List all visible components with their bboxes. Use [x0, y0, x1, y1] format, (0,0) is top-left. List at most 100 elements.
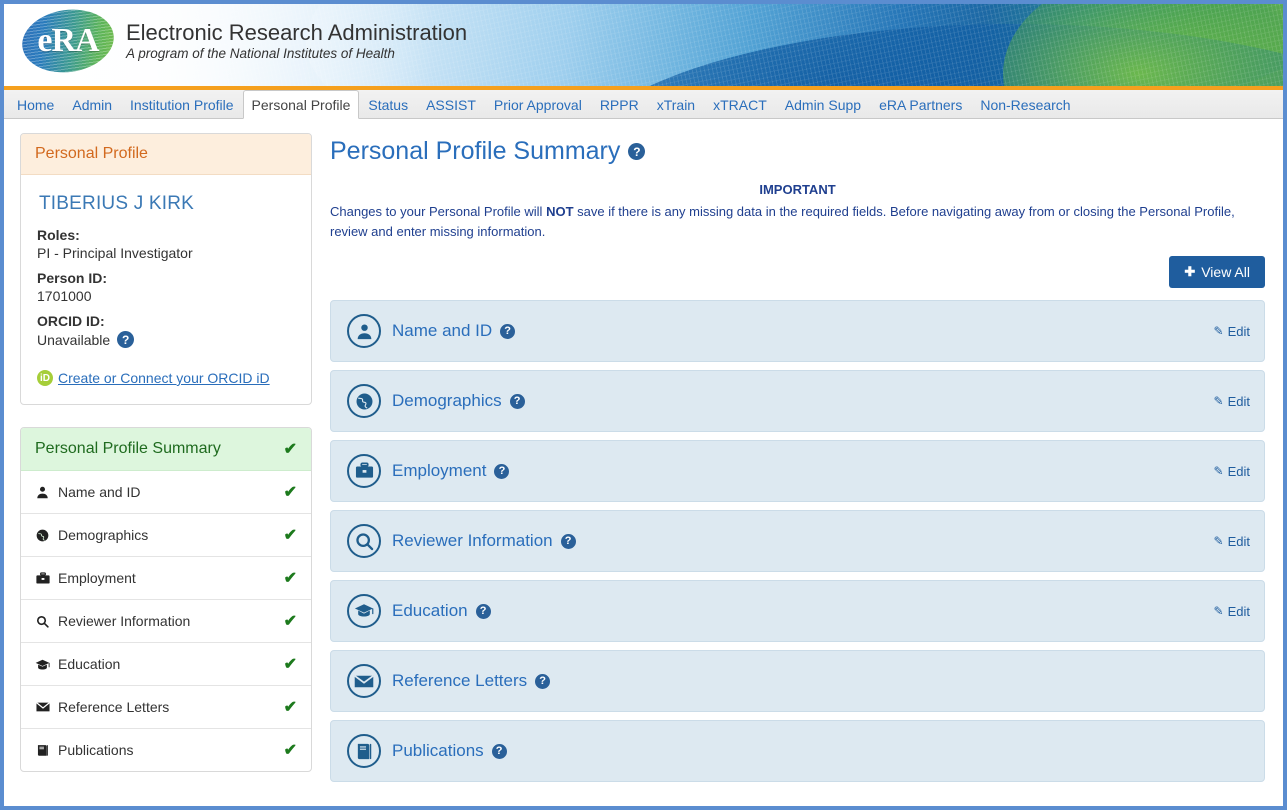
logo-text: eRA — [37, 22, 99, 59]
orcid-id-value: Unavailable — [37, 331, 111, 348]
sidebar-item-content: Publications — [35, 742, 134, 758]
pencil-icon: ✎ — [1213, 604, 1224, 619]
section-label: Employment — [392, 461, 487, 481]
tab-non-research[interactable]: Non-Research — [971, 90, 1079, 118]
edit-label: Edit — [1227, 463, 1250, 479]
tab-status[interactable]: Status — [359, 90, 417, 118]
section-row-name-and-id[interactable]: Name and ID? ✎ Edit — [330, 300, 1265, 363]
notice-part-1: Changes to your Personal Profile will — [330, 204, 547, 219]
view-all-row: ✚ View All — [330, 256, 1265, 289]
section-help-icon[interactable]: ? — [560, 533, 576, 549]
profile-summary-nav-header[interactable]: Personal Profile Summary ✔ — [21, 428, 311, 471]
section-help-icon[interactable]: ? — [475, 603, 491, 619]
section-row-content: Reviewer Information? — [347, 524, 576, 559]
section-label: Name and ID — [392, 321, 493, 341]
page-title-help-icon[interactable]: ? — [628, 143, 646, 160]
tab-xtract[interactable]: xTRACT — [704, 90, 776, 118]
person-id-label: Person ID: — [37, 270, 108, 286]
check-icon: ✔ — [283, 742, 297, 759]
sidebar-item-content: Demographics — [35, 527, 148, 543]
profile-summary-nav-list[interactable]: Name and ID ✔ Demographics ✔ Employment ✔ Revi… — [21, 471, 311, 771]
main-navigation-tabs[interactable]: Home Admin Institution Profile Personal Pro… — [4, 90, 1283, 119]
sidebar-item-content: Employment — [35, 570, 136, 586]
section-row-demographics[interactable]: Demographics? ✎ Edit — [330, 370, 1265, 433]
edit-label: Edit — [1227, 323, 1250, 339]
tab-admin-supp[interactable]: Admin Supp — [776, 90, 870, 118]
section-row-employment[interactable]: Employment? ✎ Edit — [330, 440, 1265, 503]
section-row-content: Demographics? — [347, 384, 525, 419]
sidebar-item-publications[interactable]: Publications ✔ — [21, 729, 311, 771]
tab-xtrain[interactable]: xTrain — [648, 90, 704, 118]
sidebar-item-content: Name and ID — [35, 484, 140, 500]
section-label-group: Publications? — [392, 741, 507, 761]
pencil-icon: ✎ — [1213, 464, 1224, 479]
sidebar-item-label: Education — [58, 656, 121, 672]
person-id-value: 1701000 — [37, 288, 92, 304]
sidebar-item-demographics[interactable]: Demographics ✔ — [21, 514, 311, 557]
orcid-connect-row[interactable]: iD Create or Connect your ORCID iD — [37, 370, 295, 386]
sidebar-item-content: Reviewer Information — [35, 613, 190, 629]
sidebar-item-reviewer-information[interactable]: Reviewer Information ✔ — [21, 600, 311, 643]
check-icon: ✔ — [283, 527, 297, 544]
section-label: Publications — [392, 741, 484, 761]
view-all-button[interactable]: ✚ View All — [1169, 256, 1265, 289]
plus-icon: ✚ — [1184, 264, 1196, 280]
sidebar-item-employment[interactable]: Employment ✔ — [21, 557, 311, 600]
pencil-icon: ✎ — [1213, 534, 1224, 549]
section-help-icon[interactable]: ? — [494, 463, 510, 479]
sidebar-item-label: Demographics — [58, 527, 149, 543]
edit-link[interactable]: ✎ Edit — [1214, 324, 1250, 339]
section-row-reviewer-information[interactable]: Reviewer Information? ✎ Edit — [330, 510, 1265, 573]
pencil-icon: ✎ — [1213, 324, 1224, 339]
sidebar-item-education[interactable]: Education ✔ — [21, 643, 311, 686]
profile-summary-nav-panel: Personal Profile Summary ✔ Name and ID ✔ D… — [20, 427, 312, 772]
personal-profile-card-header: Personal Profile — [21, 134, 311, 175]
sidebar-item-name-and-id[interactable]: Name and ID ✔ — [21, 471, 311, 514]
section-row-content: Reference Letters? — [347, 664, 551, 699]
tab-home[interactable]: Home — [8, 90, 63, 118]
brand-lockup: eRA Electronic Research Administration A… — [18, 4, 467, 79]
orcid-help-icon[interactable]: ? — [117, 331, 135, 348]
edit-link[interactable]: ✎ Edit — [1214, 604, 1250, 619]
tab-era-partners[interactable]: eRA Partners — [870, 90, 971, 118]
notice-text: Changes to your Personal Profile will NO… — [330, 202, 1265, 242]
person-circle-icon — [347, 314, 381, 349]
edit-link[interactable]: ✎ Edit — [1214, 534, 1250, 549]
section-row-reference-letters[interactable]: Reference Letters? — [330, 650, 1265, 713]
section-row-publications[interactable]: Publications? — [330, 720, 1265, 783]
check-icon: ✔ — [283, 570, 297, 587]
section-label-group: Name and ID? — [392, 321, 516, 341]
orcid-connect-link[interactable]: Create or Connect your ORCID iD — [58, 370, 270, 386]
tab-prior-approval[interactable]: Prior Approval — [485, 90, 591, 118]
magnifier-icon — [35, 614, 50, 629]
tab-assist[interactable]: ASSIST — [417, 90, 485, 118]
profile-sections-accordion[interactable]: Name and ID? ✎ Edit Demographics? ✎ Edit Emplo… — [330, 300, 1265, 783]
tab-institution-profile[interactable]: Institution Profile — [121, 90, 243, 118]
pencil-icon: ✎ — [1213, 394, 1224, 409]
tab-admin[interactable]: Admin — [63, 90, 121, 118]
edit-link[interactable]: ✎ Edit — [1214, 464, 1250, 479]
envelope-icon — [35, 700, 50, 715]
book-icon — [35, 743, 50, 758]
section-help-icon[interactable]: ? — [509, 393, 525, 409]
sidebar-item-label: Publications — [58, 742, 134, 758]
section-help-icon[interactable]: ? — [500, 323, 516, 339]
briefcase-circle-icon — [347, 454, 381, 489]
section-help-icon[interactable]: ? — [535, 673, 551, 689]
tab-personal-profile[interactable]: Personal Profile — [242, 90, 360, 119]
orcid-id-label: ORCID ID: — [37, 313, 105, 329]
tab-rppr[interactable]: RPPR — [591, 90, 648, 118]
section-help-icon[interactable]: ? — [491, 743, 507, 759]
person-name: TIBERIUS J KIRK — [39, 193, 195, 214]
sidebar-item-reference-letters[interactable]: Reference Letters ✔ — [21, 686, 311, 729]
sidebar-item-label: Name and ID — [58, 484, 141, 500]
main-panel: Personal Profile Summary ? IMPORTANT Cha… — [330, 133, 1271, 806]
sidebar-item-content: Education — [35, 656, 120, 672]
section-row-education[interactable]: Education? ✎ Edit — [330, 580, 1265, 643]
section-label: Education — [392, 601, 468, 621]
envelope-circle-icon — [347, 664, 381, 699]
edit-link[interactable]: ✎ Edit — [1214, 394, 1250, 409]
person-icon — [35, 485, 50, 500]
personal-profile-card: Personal Profile TIBERIUS J KIRK Roles: … — [20, 133, 312, 405]
sidebar-item-label: Reference Letters — [58, 699, 170, 715]
